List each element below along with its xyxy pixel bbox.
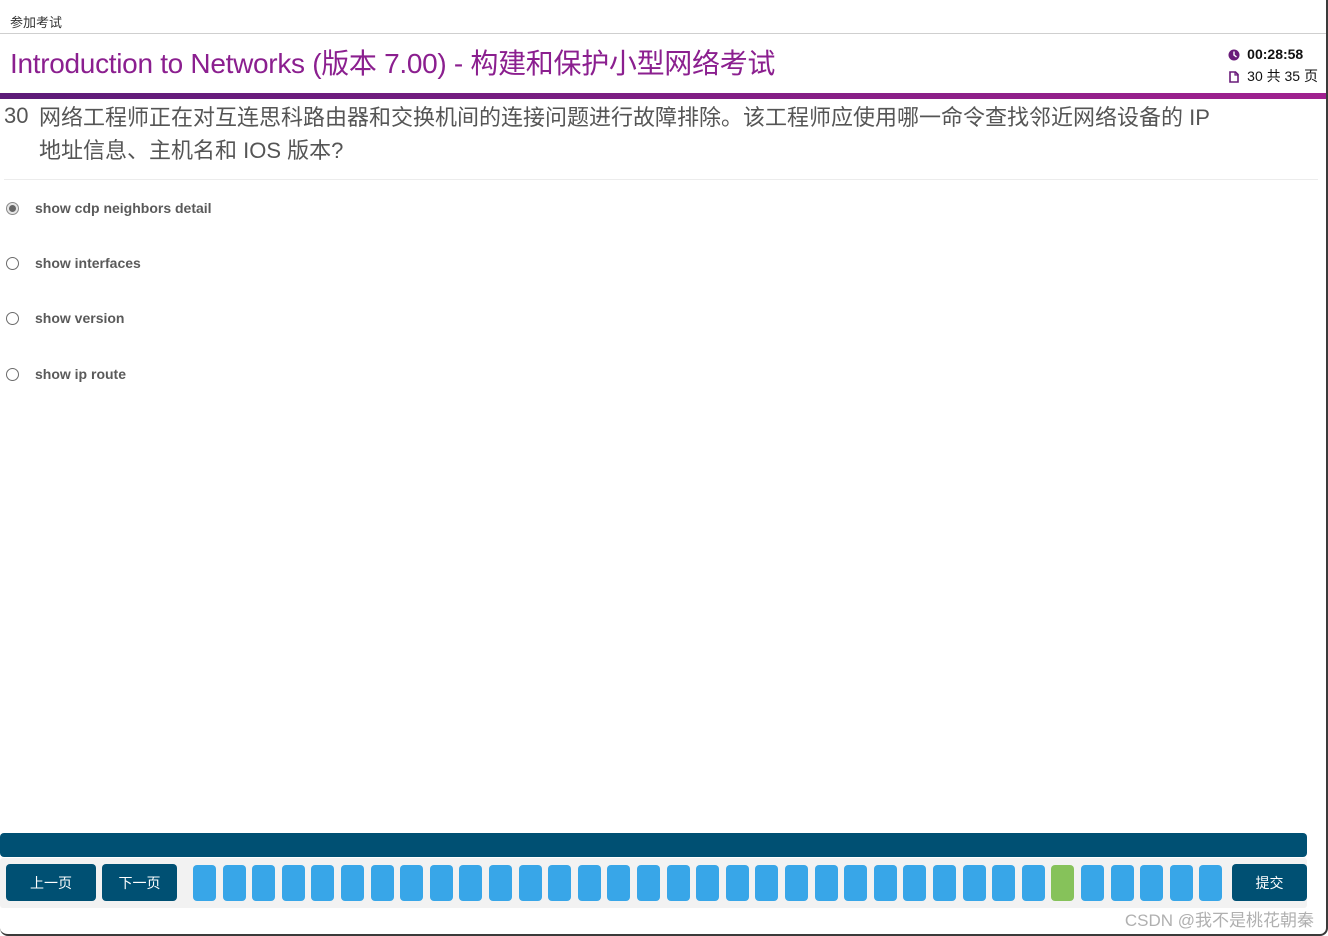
page-square[interactable] bbox=[1199, 865, 1223, 901]
timer-row: 00:28:58 bbox=[1228, 43, 1318, 65]
page-square[interactable] bbox=[725, 865, 749, 901]
exam-status: 00:28:58 30 共 35 页 bbox=[1228, 43, 1318, 87]
page-square[interactable] bbox=[577, 865, 601, 901]
page-square[interactable] bbox=[962, 865, 986, 901]
page-square[interactable] bbox=[1021, 865, 1045, 901]
page-square[interactable] bbox=[222, 865, 246, 901]
page-square[interactable] bbox=[992, 865, 1016, 901]
timer: 00:28:58 bbox=[1247, 46, 1304, 62]
page-square[interactable] bbox=[637, 865, 660, 901]
answer-option[interactable]: show interfaces bbox=[0, 248, 400, 278]
radio-button[interactable] bbox=[6, 367, 19, 381]
question-number: 30 bbox=[4, 103, 29, 128]
page-status: 30 共 35 页 bbox=[1247, 68, 1318, 84]
page-square[interactable] bbox=[429, 865, 453, 901]
page-square[interactable] bbox=[341, 865, 364, 901]
exam-window: 参加考试 Introduction to Networks (版本 7.00) … bbox=[0, 0, 1328, 936]
page-square[interactable] bbox=[1081, 865, 1104, 901]
page-square[interactable] bbox=[370, 865, 394, 901]
page-square-current[interactable] bbox=[1051, 865, 1075, 901]
option-label: show cdp neighbors detail bbox=[35, 200, 212, 216]
radio-button[interactable] bbox=[6, 311, 19, 325]
page-square[interactable] bbox=[548, 865, 572, 901]
page-square[interactable] bbox=[1169, 865, 1193, 901]
page-square[interactable] bbox=[755, 865, 779, 901]
next-page-button[interactable]: 下一页 bbox=[102, 864, 177, 901]
page-square[interactable] bbox=[459, 865, 483, 901]
submit-button[interactable]: 提交 bbox=[1232, 864, 1307, 901]
option-label: show version bbox=[35, 310, 125, 326]
page-square[interactable] bbox=[607, 865, 631, 901]
clock-icon bbox=[1228, 48, 1240, 61]
answer-option[interactable]: show ip route bbox=[0, 359, 400, 389]
radio-button[interactable] bbox=[6, 201, 19, 215]
page-square[interactable] bbox=[281, 865, 305, 901]
page-square[interactable] bbox=[933, 865, 956, 901]
page-square[interactable] bbox=[903, 865, 927, 901]
question-text: 网络工程师正在对互连思科路由器和交换机间的连接问题进行故障排除。该工程师应使用哪… bbox=[39, 105, 1210, 163]
divider bbox=[0, 33, 1326, 34]
page-square[interactable] bbox=[193, 865, 216, 901]
previous-page-button[interactable]: 上一页 bbox=[6, 864, 96, 901]
divider bbox=[4, 179, 1318, 180]
radio-button[interactable] bbox=[6, 256, 19, 270]
answer-option[interactable]: show cdp neighbors detail bbox=[0, 193, 400, 223]
document-icon bbox=[1228, 70, 1240, 83]
answer-option[interactable]: show version bbox=[0, 303, 400, 333]
watermark: CSDN @我不是桃花朝秦 bbox=[1124, 911, 1314, 930]
progress-bar bbox=[0, 833, 1307, 857]
page-square[interactable] bbox=[814, 865, 838, 901]
option-label: show interfaces bbox=[35, 255, 141, 271]
window-top-label: 参加考试 bbox=[10, 15, 63, 30]
page-square[interactable] bbox=[252, 865, 276, 901]
page-square[interactable] bbox=[518, 865, 542, 901]
page-square[interactable] bbox=[489, 865, 512, 901]
page-square[interactable] bbox=[696, 865, 720, 901]
page-square[interactable] bbox=[873, 865, 897, 901]
page-square[interactable] bbox=[1140, 865, 1164, 901]
page-square[interactable] bbox=[844, 865, 868, 901]
exam-title: Introduction to Networks (版本 7.00) - 构建和… bbox=[10, 48, 776, 79]
option-label: show ip route bbox=[35, 366, 126, 382]
header-accent-bar bbox=[0, 93, 1326, 99]
page-status-row: 30 共 35 页 bbox=[1228, 65, 1318, 87]
page-square[interactable] bbox=[311, 865, 335, 901]
page-square[interactable] bbox=[1110, 865, 1134, 901]
page-square[interactable] bbox=[400, 865, 424, 901]
page-square[interactable] bbox=[666, 865, 690, 901]
page-square[interactable] bbox=[785, 865, 808, 901]
